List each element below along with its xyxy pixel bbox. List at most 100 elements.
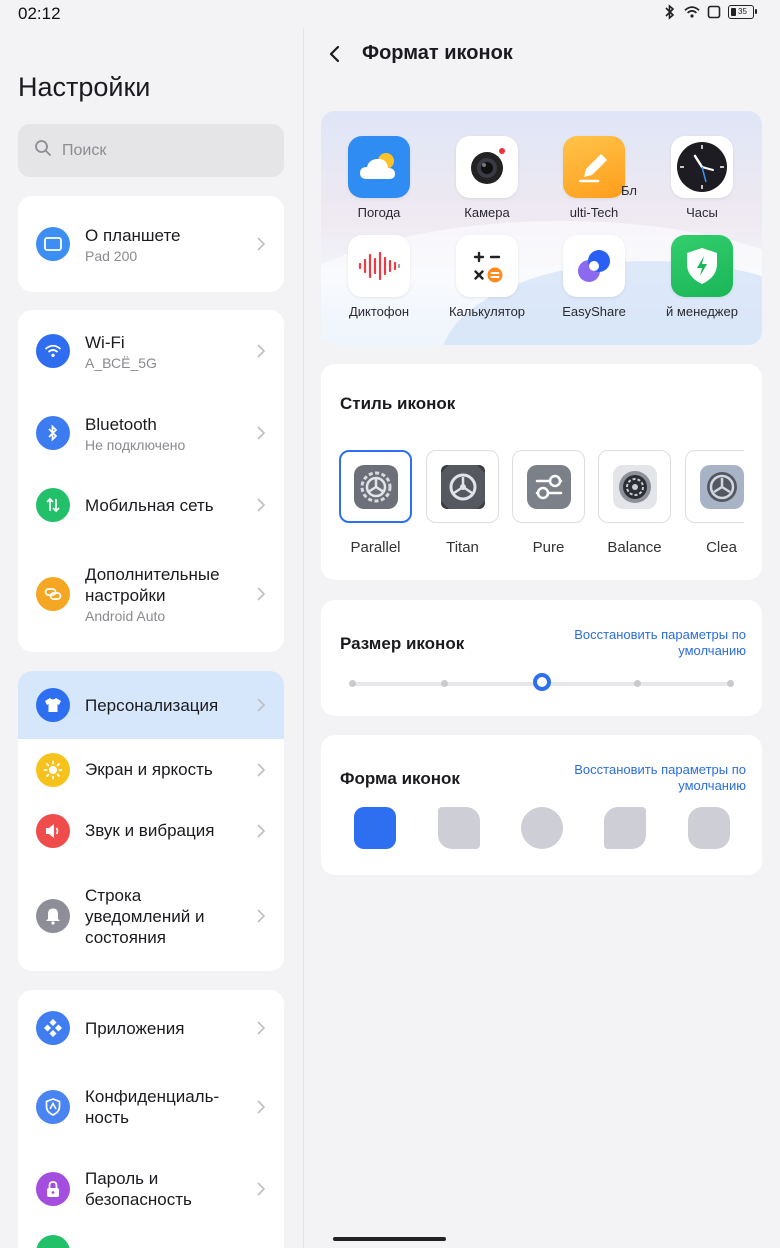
shape-option-rounded[interactable] xyxy=(354,807,396,849)
search-bar[interactable] xyxy=(18,124,284,177)
link-icon xyxy=(36,577,70,611)
icon-format-panel: Формат иконок Погода Камера ulti-Tech Бл xyxy=(304,28,780,1248)
chevron-right-icon xyxy=(257,587,266,601)
chevron-right-icon xyxy=(257,762,266,777)
chevron-right-icon xyxy=(257,823,266,838)
shape-option-leaf-alt[interactable] xyxy=(604,807,646,849)
apps-icon xyxy=(36,1011,70,1045)
app-camera: Камера xyxy=(437,136,537,220)
calculator-icon xyxy=(456,235,518,297)
sidebar-item-personalization[interactable]: Персонализация xyxy=(18,671,284,739)
settings-group-device: О планшете Pad 200 xyxy=(18,196,284,292)
partial-icon xyxy=(36,1235,70,1248)
shape-option-circle[interactable] xyxy=(521,807,563,849)
status-icons: 35 xyxy=(662,4,757,20)
gear-icon xyxy=(612,464,657,509)
style-option-pure[interactable]: Pure xyxy=(512,450,585,556)
settings-group-network: Wi-Fi A_ВСЁ_5G Bluetooth Не подключено М… xyxy=(18,310,284,652)
page-title: Настройки xyxy=(18,72,151,102)
bluetooth-status-icon xyxy=(662,4,678,20)
sidebar-item-password-security[interactable]: Пароль и безопасность xyxy=(18,1148,284,1230)
settings-group-display: Персонализация Экран и яркость Звук и ви… xyxy=(18,671,284,971)
wifi-status-icon xyxy=(684,4,700,20)
easyshare-icon xyxy=(563,235,625,297)
chevron-right-icon xyxy=(257,237,266,251)
style-option-balance[interactable]: Balance xyxy=(598,450,671,556)
icon-shape-title: Форма иконок xyxy=(340,769,460,788)
settings-group-apps: Приложения Конфиденциаль-ность Пароль и … xyxy=(18,990,284,1248)
app-manager: й менеджер xyxy=(652,235,752,319)
status-time: 02:12 xyxy=(18,4,61,23)
chevron-right-icon xyxy=(257,1100,266,1114)
gear-icon xyxy=(699,464,744,509)
shield-bolt-icon xyxy=(671,235,733,297)
shape-option-squircle[interactable] xyxy=(688,807,730,849)
app-partial: Бл xyxy=(621,183,637,198)
sidebar-item-apps[interactable]: Приложения xyxy=(18,990,284,1066)
search-icon xyxy=(34,139,52,162)
camera-icon xyxy=(456,136,518,198)
icon-shape-card: Форма иконок Восстановить параметры по у… xyxy=(321,735,762,875)
search-input[interactable] xyxy=(62,141,262,160)
slider-step[interactable] xyxy=(441,680,448,687)
lock-icon xyxy=(36,1172,70,1206)
mobile-network-icon xyxy=(36,488,70,522)
chevron-right-icon xyxy=(257,698,266,712)
chevron-right-icon xyxy=(257,1182,266,1196)
sidebar-item-privacy[interactable]: Конфиденциаль-ность xyxy=(18,1066,284,1148)
shape-option-leaf[interactable] xyxy=(438,807,480,849)
app-weather: Погода xyxy=(329,136,429,220)
chevron-right-icon xyxy=(257,498,266,512)
weather-icon xyxy=(348,136,410,198)
gear-icon xyxy=(353,464,398,509)
icon-size-card: Размер иконок Восстановить параметры по … xyxy=(321,600,762,716)
slider-step[interactable] xyxy=(349,680,356,687)
icon-size-restore-link[interactable]: Восстановить параметры по умолчанию xyxy=(546,627,746,659)
icon-style-card: Стиль иконок Parallel Titan Pure Balance… xyxy=(321,364,762,580)
home-indicator[interactable] xyxy=(333,1237,446,1241)
soundwave-icon xyxy=(348,235,410,297)
style-option-titan[interactable]: Titan xyxy=(426,450,499,556)
gear-icon xyxy=(440,464,485,509)
sidebar-item-bluetooth[interactable]: Bluetooth Не подключено xyxy=(18,392,284,474)
style-option-clear[interactable]: Clea xyxy=(685,450,744,556)
chevron-right-icon xyxy=(257,909,266,923)
app-multi-tech: ulti-Tech xyxy=(544,136,644,220)
shirt-icon xyxy=(36,688,70,722)
sidebar-item-wifi[interactable]: Wi-Fi A_ВСЁ_5G xyxy=(18,310,284,392)
slider-step[interactable] xyxy=(634,680,641,687)
icon-size-title: Размер иконок xyxy=(340,634,465,653)
speaker-icon xyxy=(36,813,70,848)
chevron-right-icon xyxy=(257,1021,266,1035)
chevron-right-icon xyxy=(257,426,266,440)
panel-title: Формат иконок xyxy=(362,42,513,64)
slider-step[interactable] xyxy=(727,680,734,687)
app-recorder: Диктофон xyxy=(329,235,429,319)
style-option-parallel[interactable]: Parallel xyxy=(339,450,412,556)
toggle-settings-icon xyxy=(526,464,571,509)
sun-icon xyxy=(36,752,70,787)
bell-icon xyxy=(36,899,70,933)
sidebar-item-sound-vibration[interactable]: Звук и вибрация xyxy=(18,800,284,861)
sidebar-item-display-brightness[interactable]: Экран и яркость xyxy=(18,739,284,800)
sidebar-item-mobile-network[interactable]: Мобильная сеть xyxy=(18,474,284,536)
app-calculator: Калькулятор xyxy=(437,235,537,319)
back-arrow-icon[interactable] xyxy=(324,42,346,66)
chevron-right-icon xyxy=(257,344,266,358)
tablet-icon xyxy=(36,227,70,261)
app-clock: Часы xyxy=(652,136,752,220)
icon-shape-restore-link[interactable]: Восстановить параметры по умолчанию xyxy=(546,762,746,794)
sidebar-item-partial[interactable] xyxy=(18,1230,284,1248)
app-easyshare: EasyShare xyxy=(544,235,644,319)
sidebar-item-additional-settings[interactable]: Дополнительные настройки Android Auto xyxy=(18,536,284,652)
settings-sidebar: Настройки О планшете Pad 200 Wi-Fi xyxy=(0,28,303,1248)
battery-icon: 35 xyxy=(728,5,757,19)
clock-icon xyxy=(671,136,733,198)
bluetooth-icon xyxy=(36,416,70,450)
slider-thumb[interactable] xyxy=(533,673,551,691)
sim-status-icon xyxy=(706,4,722,20)
icon-style-list[interactable]: Parallel Titan Pure Balance Clea xyxy=(339,364,744,574)
sidebar-item-about-tablet[interactable]: О планшете Pad 200 xyxy=(18,196,284,292)
icon-preview: Погода Камера ulti-Tech Бл Часы Диктофон… xyxy=(321,111,762,345)
sidebar-item-notifications-status[interactable]: Строка уведомлений и состояния xyxy=(18,861,284,971)
